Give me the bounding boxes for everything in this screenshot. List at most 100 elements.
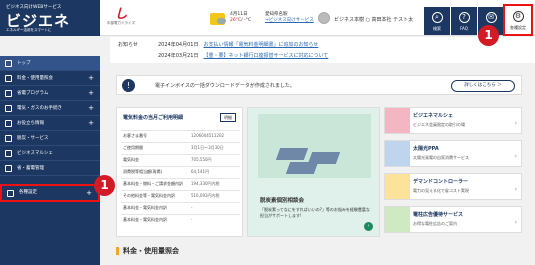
faq-icon: ? (458, 12, 470, 23)
sidebar-item-info[interactable]: お役立ち情報 + (0, 116, 100, 131)
notice-date: 2024年04月01日 (158, 42, 199, 48)
details-button[interactable]: 詳しくはこちら ＞ (451, 80, 515, 92)
service-card-marche[interactable]: ビジエネマルシェ ビジエネ会員限定の取引の場 › (384, 107, 522, 134)
service-description: 電力の見える化で省コスト実現 (413, 188, 469, 193)
sidebar-item-decarbon[interactable]: 脱炭・サービス (0, 131, 100, 146)
search-button[interactable]: ⌕ 検索 (424, 7, 450, 35)
notice-link[interactable]: お支払い情報「電気料金明細書」に追加のお知らせ (203, 42, 318, 48)
sidebar-item-top[interactable]: トップ (0, 56, 100, 71)
billing-row: 基本料金・電気料金内訳 - (121, 202, 240, 212)
chevron-right-icon: › (514, 186, 517, 193)
plus-icon: + (86, 189, 92, 197)
header: ビジネス向けWEBサービス ビジエネ エネルギー活用をスマートに し 中部電力ミ… (0, 0, 535, 36)
section-heading: 料金・使用量照会 (116, 246, 179, 256)
sidebar-item-procedures[interactable]: 電気・ガスのお手続き + (0, 101, 100, 116)
promo-title: 脱炭素個別相談会 (260, 198, 305, 204)
service-card-demand[interactable]: デマンドコントローラー 電力の見える化で省コスト実現 › (384, 173, 522, 200)
home-icon (5, 60, 12, 67)
sidebar-item-label: お役立ち情報 (17, 121, 44, 126)
chevron-right-icon: › (514, 120, 517, 127)
chubu-brand: し 中部電力ミライズ (106, 8, 136, 32)
sidebar: トップ 料金・使用量照会 + 省電プログラム + 電気・ガスのお手続き + お役立ち情… (0, 56, 100, 265)
service-description: お得な電柱広告のご案内 (413, 221, 457, 226)
statement-button[interactable]: 明細 (220, 113, 236, 122)
billing-card: 電気料金の当月ご利用明細 明細 お客さま番号 1206004511202 ご使用期… (116, 107, 243, 237)
billing-row: 電気料金 705,550円 (121, 154, 240, 164)
yen-icon (5, 75, 12, 82)
service-thumbnail (385, 207, 410, 232)
temp-high: 26°C (230, 18, 242, 23)
plus-icon: + (88, 104, 94, 112)
invoice-notice-text: 電子インボイスの一括ダウンロードデータが作成されました。 (155, 83, 295, 89)
logo-subtitle: エネルギー活用をスマートに (6, 28, 52, 32)
weather-info: 4月11日 26°C/ -°C (230, 12, 251, 24)
billing-row: 消費税等相当額(再掲) 64,141円 (121, 166, 240, 176)
bulb-icon (5, 90, 12, 97)
sidebar-item-storage[interactable]: 省・蓄電管理 (0, 161, 100, 176)
plus-icon: + (88, 74, 94, 82)
service-name: ビジエネマルシェ (413, 113, 454, 119)
invoice-notice-bar: ! 電子インボイスの一括ダウンロードデータが作成されました。 詳しくはこちら ＞ (116, 75, 522, 95)
promo-description: 「脱炭素ってなにをすればいいの?」等のお悩みを経験豊富な担当がサポートします! (260, 207, 370, 218)
settings-button[interactable]: ⚙ 各種設定 (503, 4, 533, 36)
sidebar-item-settings[interactable]: 各種設定 + (0, 184, 100, 202)
sidebar-item-label: 脱炭・サービス (17, 136, 49, 141)
area-link[interactable]: →ビジネス向けサービス (265, 18, 314, 24)
service-name: 太陽光PPA (413, 146, 439, 152)
notice-item[interactable]: 2024年03月21日 【重・要】ネット銀行口座振替サービスに対応について (158, 52, 328, 59)
sidebar-item-label: 省・蓄電管理 (17, 166, 44, 171)
mail-icon: ✉ (485, 12, 497, 23)
notice-date: 2024年03月21日 (158, 53, 199, 59)
gear-icon: ⚙ (512, 11, 524, 22)
service-description: 太陽光発電の自家消費サービス (413, 155, 469, 160)
billing-row: その他料金等・電気料金内訳 516,093円内税 (121, 190, 240, 200)
billing-row: お客さま番号 1206004511202 (121, 130, 240, 140)
sidebar-item-label: 料金・使用量照会 (17, 76, 53, 81)
arrow-right-icon[interactable]: › (364, 222, 373, 231)
service-thumbnail (385, 174, 410, 199)
notice-link[interactable]: 【重・要】ネット銀行口座振替サービスに対応について (203, 53, 328, 59)
service-card-ppa[interactable]: 太陽光PPA 太陽光発電の自家消費サービス › (384, 140, 522, 167)
service-card-pole-ad[interactable]: 電柱広告優待サービス お得な電柱広告のご案内 › (384, 206, 522, 233)
notice-item[interactable]: 2024年04月01日 お支払い情報「電気料金明細書」に追加のお知らせ (158, 41, 318, 48)
gear-icon (7, 190, 14, 197)
faq-button[interactable]: ? FAQ (451, 7, 477, 35)
service-name: 電柱広告優待サービス (413, 212, 464, 218)
billing-row: 基本料金・電気料金内訳 - (121, 214, 240, 224)
search-icon: ⌕ (431, 12, 443, 23)
bizene-logo[interactable]: ビジネス向けWEBサービス ビジエネ エネルギー活用をスマートに (0, 0, 100, 36)
callout-badge: 1 (478, 25, 499, 46)
consultation-promo-card[interactable]: 脱炭素個別相談会 「脱炭素ってなにをすればいいの?」等のお悩みを経験豊富な担当が… (247, 107, 380, 237)
plus-icon: + (88, 89, 94, 97)
chevron-right-icon: › (514, 153, 517, 160)
billing-row: ご使用期間 3月1日〜3月30日 (121, 142, 240, 152)
service-name: デマンドコントローラー (413, 179, 469, 185)
solar-illustration (258, 114, 371, 178)
weather-icon (210, 13, 226, 25)
user-name[interactable]: ビジネス本樹 ○ 高田本社 テスト太 (334, 16, 413, 23)
temp-low: / -°C (241, 18, 252, 23)
sidebar-item-label: 省電プログラム (17, 91, 49, 96)
info-icon (5, 120, 12, 127)
sidebar-item-label: ビジネスマルシェ (17, 151, 53, 156)
sidebar-item-label: トップ (17, 61, 31, 66)
alert-icon: ! (122, 79, 135, 92)
service-description: ビジエネ会員限定の取引の場 (413, 122, 465, 127)
sidebar-item-program[interactable]: 省電プログラム + (0, 86, 100, 101)
user-avatar[interactable] (318, 12, 330, 24)
battery-icon (5, 165, 12, 172)
settings-label: 各種設定 (510, 25, 526, 30)
sidebar-item-label: 電気・ガスのお手続き (17, 106, 62, 111)
sidebar-item-marche[interactable]: ビジネスマルシェ (0, 146, 100, 161)
brand-mark: し (114, 7, 128, 22)
notice-panel: お知らせ 2024年04月01日 お支払い情報「電気料金明細書」に追加のお知らせ … (110, 37, 535, 63)
plus-icon: + (88, 119, 94, 127)
billing-title: 電気料金の当月ご利用明細 (123, 115, 184, 121)
leaf-icon (5, 135, 12, 142)
search-label: 検索 (433, 26, 441, 31)
service-thumbnail (385, 141, 410, 166)
sidebar-item-billing[interactable]: 料金・使用量照会 + (0, 71, 100, 86)
plug-icon (5, 105, 12, 112)
faq-label: FAQ (460, 26, 468, 31)
shop-icon (5, 150, 12, 157)
